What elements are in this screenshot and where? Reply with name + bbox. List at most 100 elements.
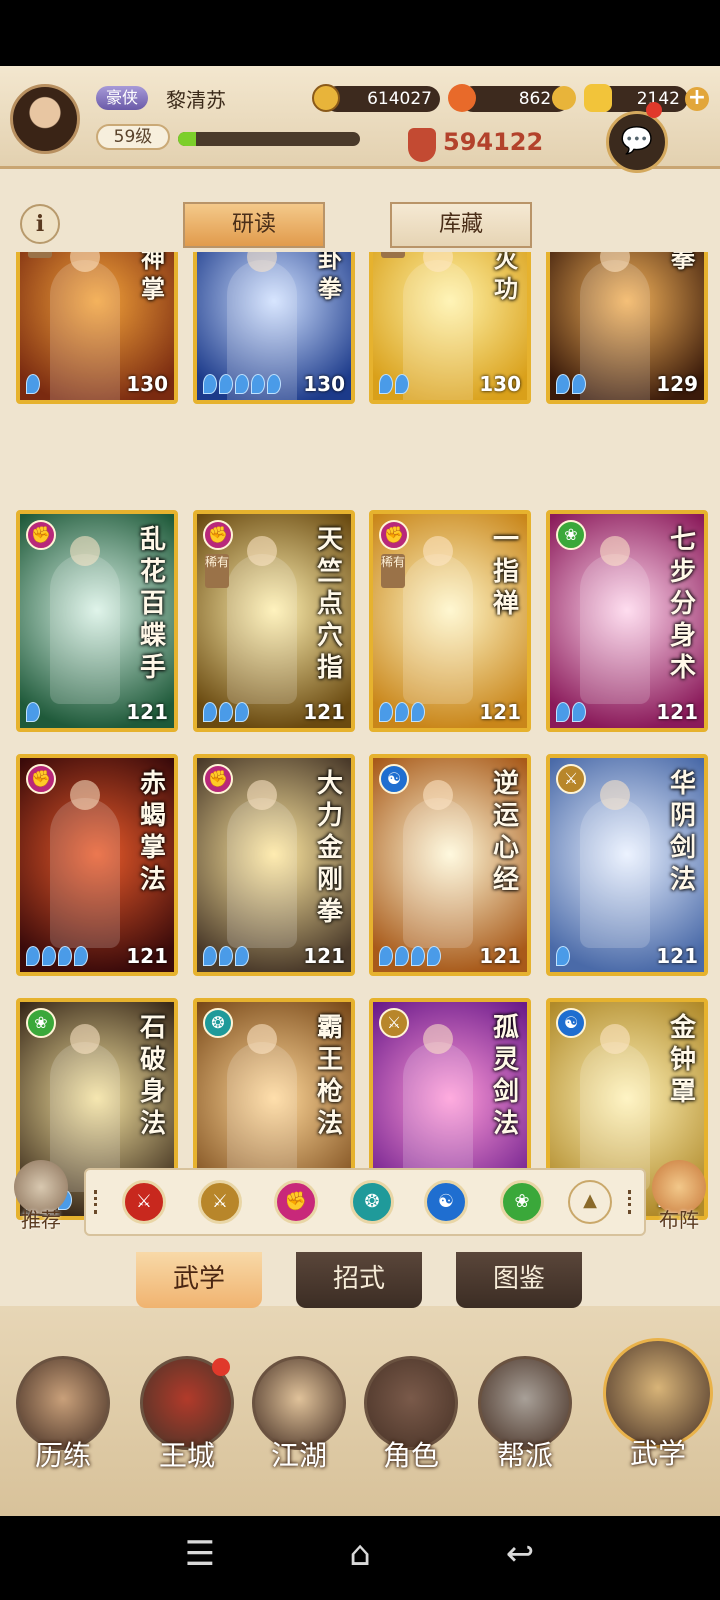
card-level: 130 [479, 372, 521, 396]
card-level: 130 [303, 372, 345, 396]
card-character [227, 798, 297, 948]
subtab-martial[interactable]: 武学 [136, 1252, 262, 1308]
martial-art-card[interactable]: 七步分身术 ❀ 121 [546, 510, 708, 732]
martial-art-card[interactable]: 一指禅 ✊ 稀有 121 [369, 510, 531, 732]
power-value: 594122 [443, 128, 544, 156]
nav-label: 角色 [382, 1439, 439, 1472]
filter-fan-icon[interactable]: ❂ [350, 1180, 394, 1224]
filter-sword-red-icon[interactable]: ⚔ [122, 1180, 166, 1224]
star-pip-icon [58, 946, 72, 966]
player-avatar[interactable] [10, 84, 80, 154]
home-icon[interactable]: ⌂ [330, 1534, 390, 1574]
formation-button[interactable]: 布阵 [648, 1160, 710, 1238]
chat-button[interactable]: 💬 [606, 111, 668, 173]
star-pip-icon [379, 702, 393, 722]
nav-item-0[interactable]: 历练 [8, 1356, 118, 1506]
card-type-inner-icon: ☯ [379, 764, 409, 794]
subtab-moves[interactable]: 招式 [296, 1252, 422, 1308]
star-pip-icon [203, 946, 217, 966]
martial-art-card[interactable]: 逆运心经 ☯ 121 [369, 754, 531, 976]
card-star-pips [203, 946, 249, 966]
card-rarity-tag: 稀有 [381, 554, 405, 588]
star-pip-icon [556, 702, 570, 722]
card-character [403, 554, 473, 704]
tab-study[interactable]: 研读 [183, 202, 325, 248]
back-icon[interactable]: ↩ [490, 1534, 550, 1574]
card-type-sword-icon: ⚔ [556, 764, 586, 794]
nav-label: 王城 [158, 1439, 215, 1472]
nav-item-3[interactable]: 角色 [356, 1356, 466, 1506]
card-level: 121 [479, 944, 521, 968]
card-star-pips [203, 702, 249, 722]
card-rarity-tag: 稀有 [381, 252, 405, 258]
star-pip-icon [235, 374, 249, 394]
card-star-pips [203, 374, 281, 394]
card-level: 121 [303, 700, 345, 724]
martial-art-card[interactable]: 天竺点穴指 ✊ 稀有 121 [193, 510, 355, 732]
menu-icon[interactable]: ☰ [170, 1534, 230, 1574]
add-gold-button[interactable]: + [685, 87, 709, 111]
martial-art-card[interactable]: 乱花百蝶手 ✊ 121 [16, 510, 178, 732]
martial-art-card[interactable]: 不灭功 稀有 130 [369, 252, 531, 404]
subtab-atlas[interactable]: 图鉴 [456, 1252, 582, 1308]
card-star-pips [26, 946, 88, 966]
martial-art-card[interactable]: 大力金刚拳 ✊ 121 [193, 754, 355, 976]
martial-art-card[interactable]: 八卦拳 130 [193, 252, 355, 404]
nav-item-4[interactable]: 帮派 [470, 1356, 580, 1506]
star-pip-icon [395, 702, 409, 722]
star-pip-icon [395, 374, 409, 394]
star-pip-icon [395, 946, 409, 966]
card-type-fist-icon: ✊ [379, 520, 409, 550]
star-pip-icon [556, 946, 570, 966]
system-nav-bar: ☰ ⌂ ↩ [0, 1516, 720, 1600]
card-character [50, 260, 120, 400]
nav-notification-dot [212, 1358, 230, 1376]
power-icon [408, 128, 436, 162]
nav-item-2[interactable]: 江湖 [244, 1356, 354, 1506]
star-pip-icon [251, 374, 265, 394]
card-character [580, 554, 650, 704]
recommend-label: 推荐 [21, 1208, 61, 1232]
filter-leaf-icon[interactable]: ❀ [500, 1180, 544, 1224]
nav-label: 历练 [34, 1439, 91, 1472]
star-pip-icon [235, 702, 249, 722]
card-type-fist-icon: ✊ [26, 520, 56, 550]
card-star-pips [379, 374, 409, 394]
filter-sword-gold-icon[interactable]: ⚔ [198, 1180, 242, 1224]
card-character [50, 554, 120, 704]
star-pip-icon [26, 946, 40, 966]
martial-art-card[interactable]: 绝拳 129 [546, 252, 708, 404]
star-pip-icon [379, 946, 393, 966]
filter-separator-left [94, 1190, 101, 1214]
card-character-head [423, 1024, 453, 1054]
recommend-button[interactable]: 推荐 [10, 1160, 72, 1238]
coins-value: 614027 [367, 89, 432, 109]
nav-label: 武学 [629, 1437, 686, 1470]
formation-label: 布阵 [659, 1208, 699, 1232]
filter-chevron-up-icon[interactable]: ▲ [568, 1180, 612, 1224]
card-type-fist-icon: ✊ [203, 764, 233, 794]
card-title: 八卦拳 [318, 252, 342, 303]
card-title: 大力金刚拳 [316, 769, 343, 927]
martial-art-card[interactable]: 来神掌 絶世 130 [16, 252, 178, 404]
card-character-head [70, 536, 100, 566]
filter-taiji-icon[interactable]: ☯ [424, 1180, 468, 1224]
xp-bar [178, 132, 360, 146]
martial-art-card[interactable]: 赤蝎掌法 ✊ 121 [16, 754, 178, 976]
nav-item-1[interactable]: 王城 [132, 1356, 242, 1506]
gold-ingot-icon [584, 84, 612, 112]
status-bar [0, 0, 720, 66]
card-type-sword-icon: ⚔ [379, 1008, 409, 1038]
card-title: 霸王枪法 [316, 1013, 343, 1139]
nav-item-5[interactable]: 武学 [598, 1338, 718, 1488]
chat-notification-dot [646, 102, 662, 118]
star-pip-icon [267, 374, 281, 394]
info-button[interactable]: i [20, 204, 60, 244]
martial-art-card[interactable]: 华阴剑法 ⚔ 121 [546, 754, 708, 976]
card-character-head [423, 780, 453, 810]
tab-collection[interactable]: 库藏 [390, 202, 532, 248]
card-level: 121 [126, 700, 168, 724]
player-level: 59级 [96, 124, 170, 150]
filter-fist-icon[interactable]: ✊ [274, 1180, 318, 1224]
star-pip-icon [219, 946, 233, 966]
